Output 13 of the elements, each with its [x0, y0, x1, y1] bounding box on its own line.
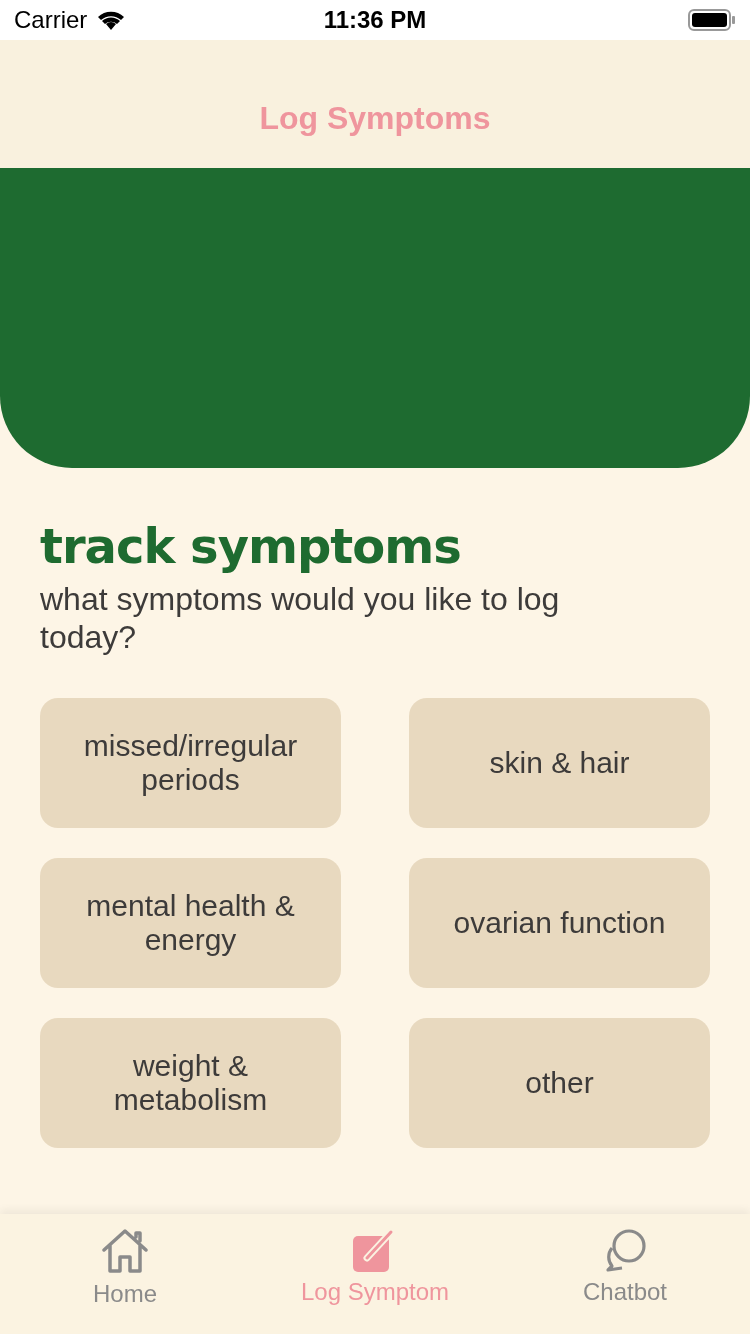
time-label: 11:36 PM: [323, 5, 427, 35]
prompt-text: what symptoms would you like to log today?: [40, 580, 561, 656]
carrier-label: Carrier: [14, 5, 88, 35]
symptom-option[interactable]: missed/irregular periods: [40, 698, 341, 828]
symptom-option[interactable]: ovarian function: [409, 858, 710, 988]
symptom-option[interactable]: weight & metabolism: [40, 1018, 341, 1148]
nav-title: Log Symptoms: [259, 99, 491, 138]
symptom-option[interactable]: other: [409, 1018, 710, 1148]
symptom-option[interactable]: mental health & energy: [40, 858, 341, 988]
symptom-option[interactable]: skin & hair: [409, 698, 710, 828]
section-heading: track symptoms: [40, 518, 462, 574]
home-icon: [101, 1228, 149, 1274]
battery-icon: [688, 9, 736, 31]
